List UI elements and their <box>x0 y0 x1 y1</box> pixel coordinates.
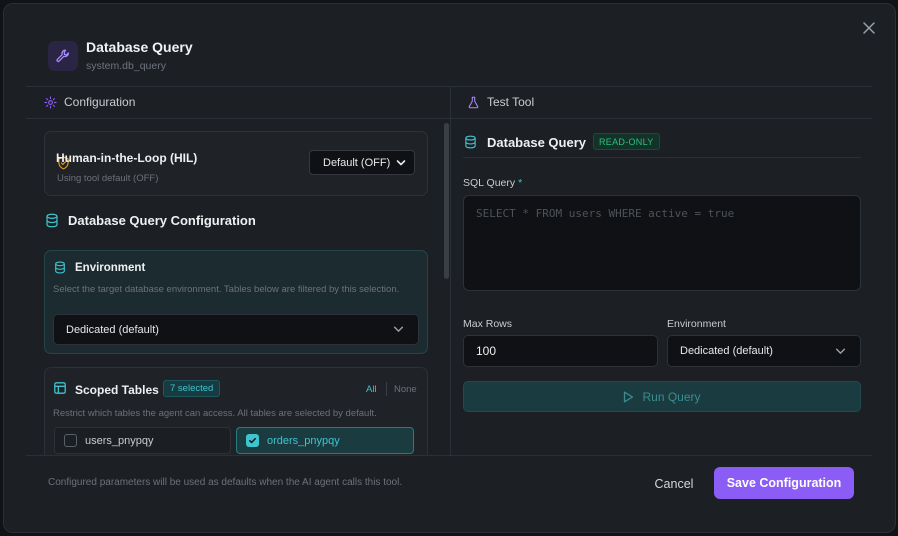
configuration-header: Configuration <box>44 95 135 109</box>
required-marker: * <box>518 177 523 189</box>
read-only-badge: READ-ONLY <box>593 133 660 150</box>
select-none-link[interactable]: None <box>394 384 417 395</box>
max-rows-label: Max Rows <box>463 318 513 330</box>
dialog-subtitle: system.db_query <box>86 60 166 72</box>
table-icon <box>54 382 66 394</box>
test-tool-label: Test Tool <box>487 95 535 109</box>
checkbox-checked[interactable] <box>246 434 259 447</box>
test-title-divider <box>463 157 861 158</box>
test-environment-label: Environment <box>667 318 726 330</box>
hil-select-value: Default (OFF) <box>323 156 391 169</box>
pane-divider <box>450 86 451 456</box>
table-name: orders_pnypqy <box>267 434 340 447</box>
test-header-divider <box>451 118 872 119</box>
test-environment-value: Dedicated (default) <box>680 345 773 357</box>
dialog-title: Database Query <box>86 39 193 55</box>
test-environment-select[interactable]: Dedicated (default) <box>667 335 861 367</box>
header-divider <box>26 86 872 87</box>
environment-select-value: Dedicated (default) <box>66 323 159 336</box>
check-icon <box>249 437 256 444</box>
footer-note: Configured parameters will be used as de… <box>48 477 403 488</box>
database-icon <box>46 213 58 228</box>
footer-divider <box>26 455 872 456</box>
modal-dialog: Database Query system.db_query Configura… <box>3 3 896 533</box>
flask-icon <box>468 96 479 108</box>
checkbox[interactable] <box>64 434 77 447</box>
environment-description: Select the target database environment. … <box>53 284 400 295</box>
configuration-label: Configuration <box>64 95 136 109</box>
chevron-down-icon <box>835 348 846 354</box>
link-separator <box>386 382 387 396</box>
test-tool-header: Test Tool <box>467 95 534 109</box>
scoped-tables-description: Restrict which tables the agent can acce… <box>53 408 377 419</box>
hil-title: Human-in-the-Loop (HIL) <box>56 151 198 165</box>
max-rows-input[interactable]: 100 <box>463 335 658 367</box>
test-tool-title: Database Query <box>487 135 586 150</box>
table-item-orders[interactable]: orders_pnypqy <box>236 427 414 454</box>
select-all-link[interactable]: All <box>366 384 377 395</box>
config-header-divider <box>26 118 450 119</box>
left-scrollbar[interactable] <box>444 123 449 279</box>
run-query-label: Run Query <box>642 389 701 404</box>
table-item-users[interactable]: users_pnypqy <box>54 427 231 454</box>
wrench-icon <box>48 41 78 71</box>
close-icon[interactable] <box>862 21 876 35</box>
database-icon <box>55 261 65 274</box>
environment-select[interactable]: Dedicated (default) <box>53 314 419 345</box>
scoped-tables-title: Scoped Tables <box>75 383 159 397</box>
save-configuration-button[interactable]: Save Configuration <box>714 467 854 499</box>
hil-select[interactable]: Default (OFF) <box>309 150 415 175</box>
hil-subtitle: Using tool default (OFF) <box>57 173 159 184</box>
table-name: users_pnypqy <box>85 434 154 447</box>
database-icon <box>465 135 476 149</box>
config-title: Database Query Configuration <box>68 213 256 228</box>
run-query-button[interactable]: Run Query <box>463 381 861 412</box>
environment-title: Environment <box>75 262 146 274</box>
chevron-down-icon <box>396 159 406 165</box>
sql-query-label: SQL Query * <box>463 177 523 189</box>
gear-icon <box>44 95 57 109</box>
selected-count-badge: 7 selected <box>163 380 221 397</box>
cancel-button[interactable]: Cancel <box>645 469 703 499</box>
play-icon <box>624 391 634 402</box>
chevron-down-icon <box>393 326 404 332</box>
sql-query-input[interactable]: SELECT * FROM users WHERE active = true <box>463 195 861 291</box>
